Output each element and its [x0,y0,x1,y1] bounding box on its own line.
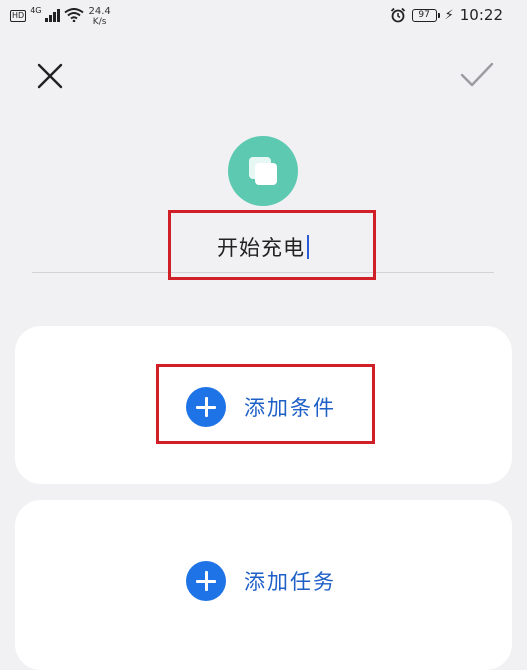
check-icon [460,62,494,87]
network-type: 4G [30,6,42,15]
status-time: 10:22 [459,6,503,24]
speed-unit: K/s [92,17,107,27]
sim-badge: HD [10,10,27,22]
close-icon [37,63,63,89]
signal-icon [45,8,61,22]
battery-icon: 97 [411,8,440,22]
status-right: 97 ⚡ 10:22 [390,6,503,24]
plus-circle-icon [186,561,226,601]
speed-value: 24.4 [88,6,111,17]
condition-highlight-box [156,364,375,444]
add-task-button[interactable]: 添加任务 [186,561,336,601]
close-button[interactable] [34,60,66,92]
confirm-button[interactable] [459,60,495,90]
scene-icon[interactable] [228,136,298,206]
copy-icon [249,157,277,185]
add-task-label: 添加任务 [244,570,336,594]
network-speed: 24.4 K/s [88,6,110,28]
wifi-icon [64,8,85,22]
status-bar: HD 4G 24.4 K/s 97 ⚡ 10:22 [0,0,527,34]
tasks-card: 添加任务 [15,500,512,670]
name-highlight-box [168,210,376,280]
alarm-icon [390,7,405,23]
charging-icon: ⚡ [444,7,454,23]
status-left: HD 4G 24.4 K/s [10,6,111,28]
